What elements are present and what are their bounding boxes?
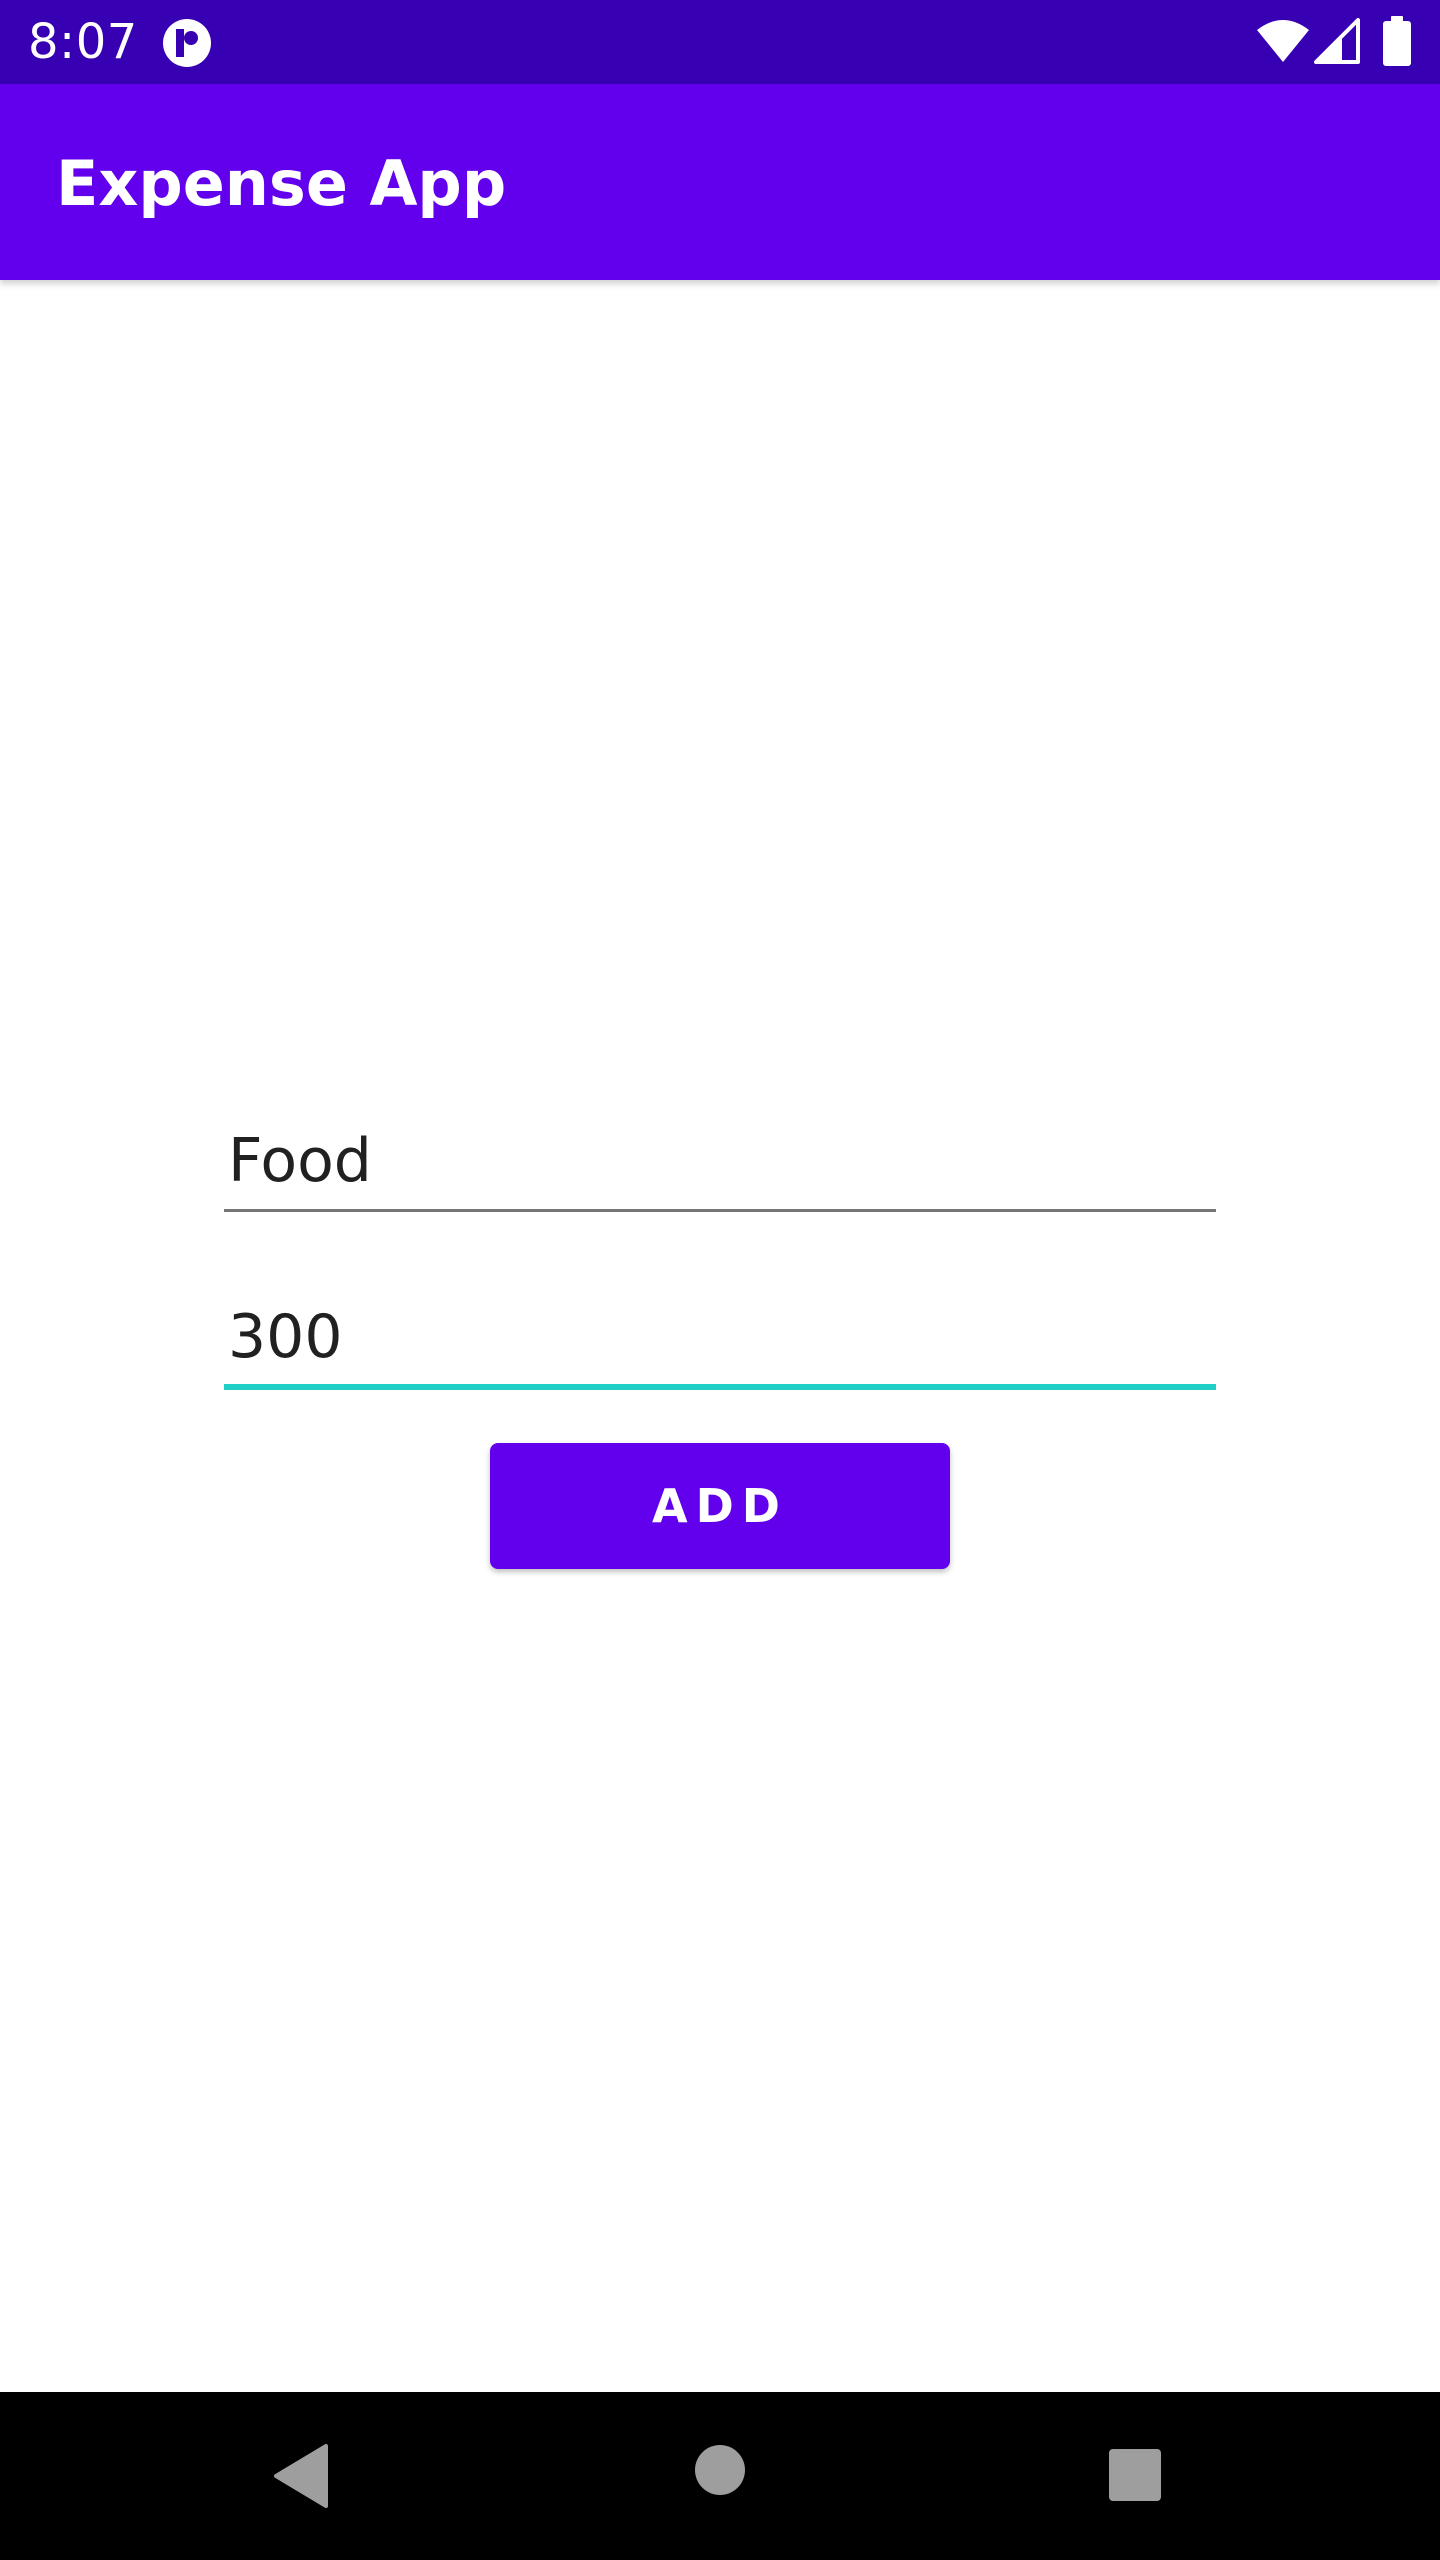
app-title: Expense App xyxy=(56,147,507,220)
add-button[interactable]: ADD xyxy=(490,1443,950,1569)
add-button-label: ADD xyxy=(652,1479,788,1533)
navigation-bar xyxy=(0,2392,1440,2560)
status-time: 8:07 xyxy=(28,14,138,70)
status-bar: 8:07 xyxy=(0,0,1440,84)
category-input[interactable] xyxy=(224,1112,1216,1212)
back-icon[interactable] xyxy=(272,2444,328,2508)
recents-icon[interactable] xyxy=(1108,2448,1162,2502)
amount-input[interactable] xyxy=(224,1290,1216,1390)
app-notification-icon xyxy=(163,19,211,67)
battery-icon xyxy=(1383,16,1411,66)
home-icon[interactable] xyxy=(694,2444,746,2496)
signal-icon xyxy=(1314,18,1360,64)
wifi-icon xyxy=(1257,20,1309,62)
app-bar: Expense App xyxy=(0,84,1440,280)
